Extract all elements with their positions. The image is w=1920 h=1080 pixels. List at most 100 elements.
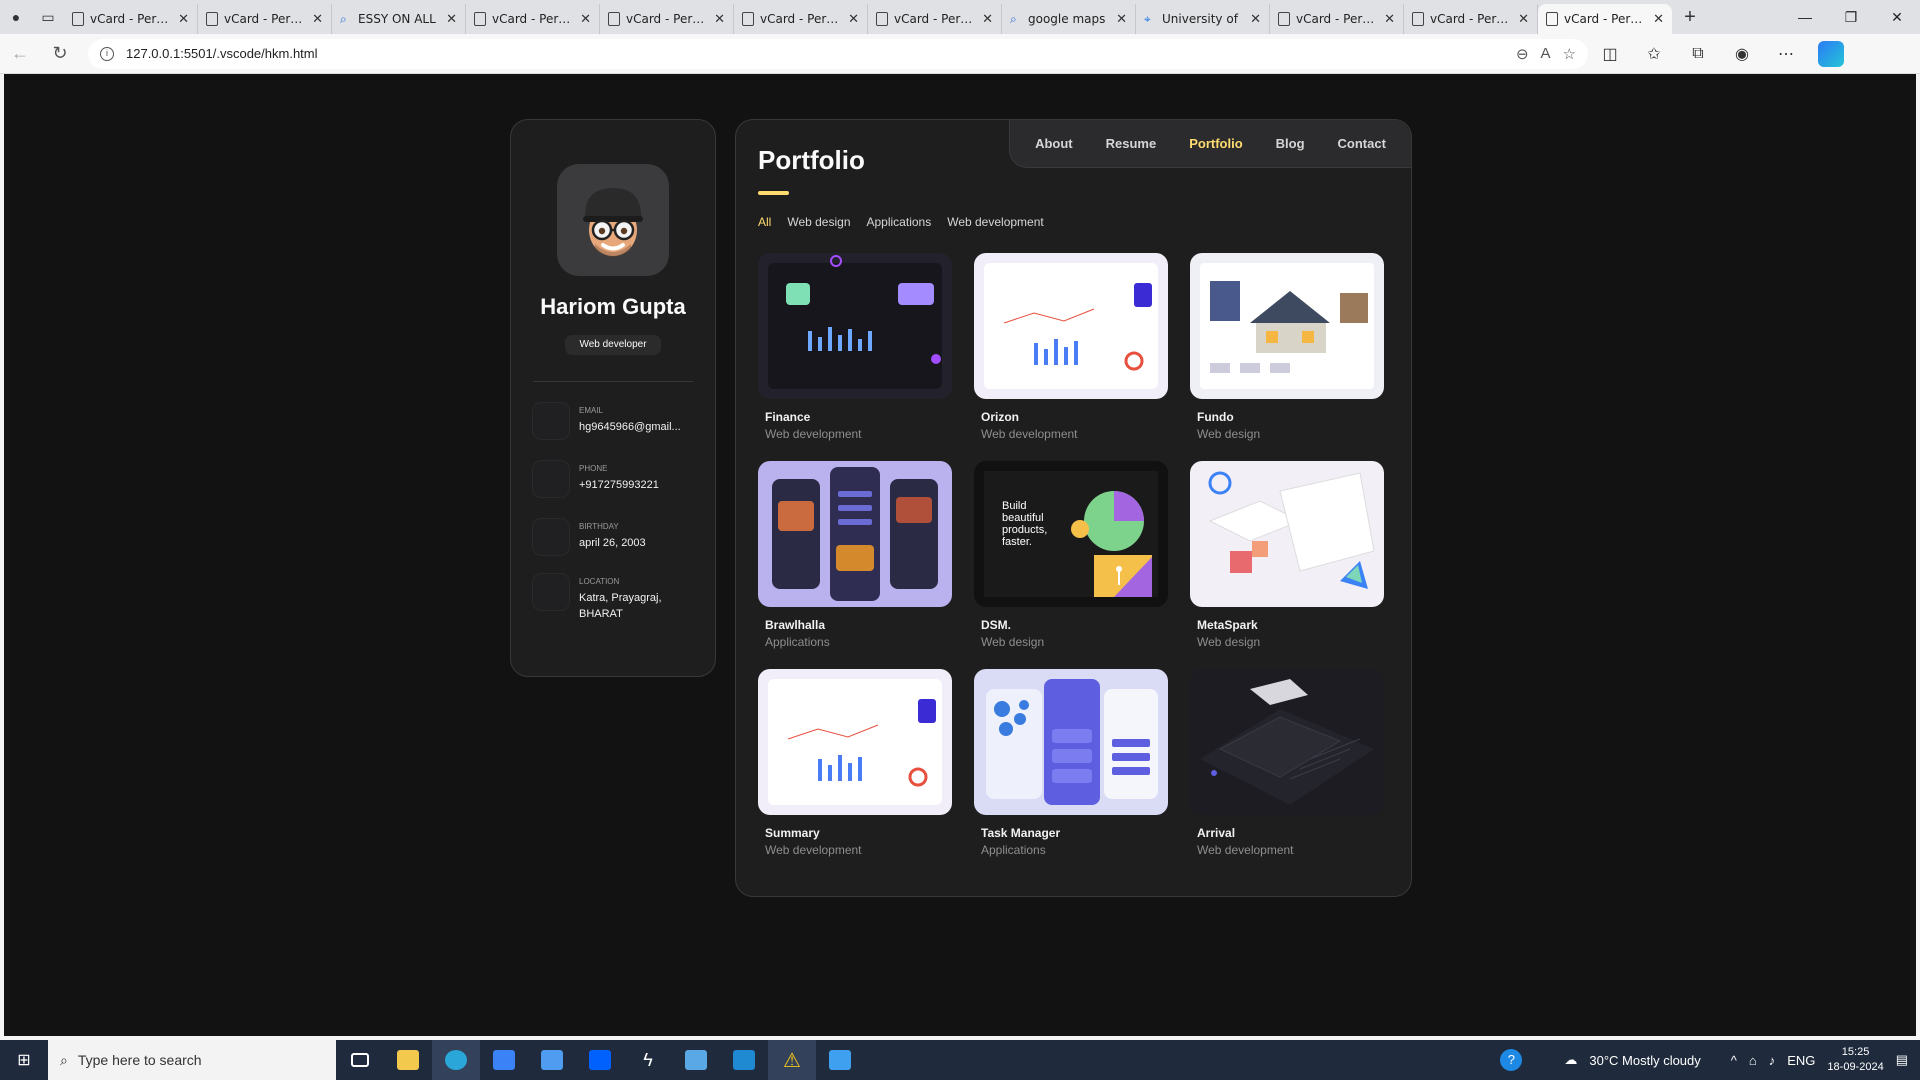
warning-app-icon[interactable]: ⚠ <box>768 1040 816 1080</box>
edge-browser-icon[interactable] <box>432 1040 480 1080</box>
project-card[interactable]: Brawlhalla Applications <box>758 461 952 649</box>
project-thumbnail[interactable] <box>758 461 952 607</box>
tab-close-icon[interactable]: ✕ <box>1250 12 1261 27</box>
browser-tab[interactable]: vCard - Personal Portfolio ✕ <box>64 4 198 34</box>
project-thumbnail[interactable] <box>1190 461 1384 607</box>
phone-link[interactable]: +917275993221 <box>579 477 659 493</box>
nav-blog[interactable]: Blog <box>1276 136 1305 151</box>
language-indicator[interactable]: ENG <box>1787 1053 1815 1068</box>
page-icon <box>876 12 888 26</box>
help-icon[interactable]: ? <box>1500 1049 1523 1071</box>
volume-icon[interactable]: ♪ <box>1769 1053 1776 1068</box>
tab-close-icon[interactable]: ✕ <box>178 12 189 27</box>
store-icon[interactable] <box>480 1040 528 1080</box>
task-view-icon[interactable] <box>336 1040 384 1080</box>
weather-text[interactable]: 30°C Mostly cloudy <box>1589 1053 1700 1068</box>
browser-tab[interactable]: vCard - Personal Portfolio ✕ <box>600 4 734 34</box>
tab-close-icon[interactable]: ✕ <box>982 12 993 27</box>
tab-close-icon[interactable]: ✕ <box>714 12 725 27</box>
project-thumbnail[interactable] <box>974 669 1168 815</box>
browser-tab[interactable]: vCard - Personal Portfolio ✕ <box>734 4 868 34</box>
close-window-icon[interactable]: ✕ <box>1874 0 1920 34</box>
new-tab-button[interactable]: + <box>1672 6 1708 29</box>
project-card[interactable]: Build beautiful products, faster. DSM. Web de… <box>974 461 1168 649</box>
project-thumbnail[interactable]: Build beautiful products, faster. <box>974 461 1168 607</box>
project-card[interactable]: Orizon Web development <box>974 253 1168 441</box>
tab-close-icon[interactable]: ✕ <box>580 12 591 27</box>
nav-contact[interactable]: Contact <box>1338 136 1386 151</box>
nav-portfolio[interactable]: Portfolio <box>1189 136 1242 151</box>
read-aloud-icon[interactable]: A <box>1541 45 1551 62</box>
dropbox-icon[interactable] <box>576 1040 624 1080</box>
copilot-icon[interactable] <box>1818 40 1844 67</box>
photos-app-icon[interactable] <box>816 1040 864 1080</box>
filter-web-development[interactable]: Web development <box>947 215 1044 229</box>
browser-tab[interactable]: vCard - Personal Portfolio ✕ <box>198 4 332 34</box>
tab-close-icon[interactable]: ✕ <box>1116 12 1127 27</box>
browser-tab[interactable]: ⌕ google maps ✕ <box>1002 4 1136 34</box>
mail-icon[interactable] <box>528 1040 576 1080</box>
collections-icon[interactable]: ⧉ <box>1676 45 1720 63</box>
taskbar-search[interactable]: ⌕ Type here to search <box>48 1040 336 1080</box>
browser-tab[interactable]: vCard - Personal Portfolio ✕ <box>1270 4 1404 34</box>
email-link[interactable]: hg9645966@gmail... <box>579 419 681 435</box>
windows-start-icon[interactable]: ⊞ <box>0 1050 48 1070</box>
project-card[interactable]: Arrival Web development <box>1190 669 1384 857</box>
project-card[interactable]: Task Manager Applications <box>974 669 1168 857</box>
profile-icon[interactable]: ● <box>0 0 32 34</box>
project-thumbnail[interactable] <box>1190 253 1384 399</box>
browser-tab[interactable]: vCard - Personal Portfolio ✕ <box>868 4 1002 34</box>
url-field[interactable]: i 127.0.0.1:5501/.vscode/hkm.html ⊖ A ☆ <box>88 38 1588 69</box>
main-navbar: About Resume Portfolio Blog Contact <box>1009 120 1411 168</box>
zoom-icon[interactable]: ⊖ <box>1516 45 1529 63</box>
memoji-avatar-icon <box>583 188 643 257</box>
site-info-icon[interactable]: i <box>100 46 114 61</box>
chevron-up-icon[interactable]: ^ <box>1731 1053 1737 1068</box>
tab-close-icon[interactable]: ✕ <box>1384 12 1395 27</box>
browser-tab-bar: ● ▭ vCard - Personal Portfolio✕vCard - P… <box>0 0 1920 34</box>
back-icon[interactable]: ← <box>0 43 40 64</box>
project-thumbnail[interactable] <box>974 253 1168 399</box>
tab-close-icon[interactable]: ✕ <box>312 12 323 27</box>
extensions-icon[interactable]: ◉ <box>1720 44 1764 64</box>
browser-tab[interactable]: ⌕ ESSY ON ALL ✕ <box>332 4 466 34</box>
file-explorer-icon[interactable] <box>384 1040 432 1080</box>
vscode-icon[interactable] <box>720 1040 768 1080</box>
refresh-icon[interactable]: ↻ <box>40 43 80 64</box>
tab-actions-icon[interactable]: ▭ <box>32 0 64 34</box>
filter-all[interactable]: All <box>758 215 771 229</box>
laptop-app-icon[interactable] <box>672 1040 720 1080</box>
lightning-app-icon[interactable]: ϟ <box>624 1040 672 1080</box>
filter-web-design[interactable]: Web design <box>787 215 850 229</box>
tab-close-icon[interactable]: ✕ <box>446 12 457 27</box>
tab-close-icon[interactable]: ✕ <box>1653 12 1664 27</box>
restore-icon[interactable]: ❐ <box>1828 0 1874 34</box>
calendar-icon <box>533 519 569 555</box>
project-card[interactable]: Fundo Web design <box>1190 253 1384 441</box>
browser-tab[interactable]: vCard - Personal Portfolio ✕ <box>466 4 600 34</box>
project-thumbnail[interactable] <box>758 669 952 815</box>
favorites-icon[interactable]: ✩ <box>1632 44 1676 64</box>
more-options-icon[interactable]: ⋯ <box>1764 44 1808 64</box>
project-card[interactable]: Summary Web development <box>758 669 952 857</box>
tab-close-icon[interactable]: ✕ <box>848 12 859 27</box>
network-icon[interactable]: ⌂ <box>1749 1053 1757 1068</box>
clock[interactable]: 15:25 18-09-2024 <box>1827 1045 1883 1075</box>
project-card[interactable]: Finance Web development <box>758 253 952 441</box>
project-card[interactable]: MetaSpark Web design <box>1190 461 1384 649</box>
svg-text:beautiful: beautiful <box>1002 512 1044 524</box>
filter-applications[interactable]: Applications <box>867 215 932 229</box>
notifications-icon[interactable]: ▤ <box>1896 1052 1908 1068</box>
browser-tab[interactable]: ⌖ University of ✕ <box>1136 4 1270 34</box>
split-screen-icon[interactable]: ◫ <box>1588 44 1632 64</box>
browser-tab[interactable]: vCard - Personal Portfolio ✕ <box>1538 4 1672 34</box>
browser-tab[interactable]: vCard - Personal Portfolio ✕ <box>1404 4 1538 34</box>
tab-close-icon[interactable]: ✕ <box>1518 12 1529 27</box>
project-thumbnail[interactable] <box>758 253 952 399</box>
project-thumbnail[interactable] <box>1190 669 1384 815</box>
nav-about[interactable]: About <box>1035 136 1073 151</box>
minimize-icon[interactable]: — <box>1782 0 1828 34</box>
favorite-star-icon[interactable]: ☆ <box>1563 45 1576 63</box>
project-category: Web development <box>1197 843 1294 857</box>
nav-resume[interactable]: Resume <box>1106 136 1157 151</box>
